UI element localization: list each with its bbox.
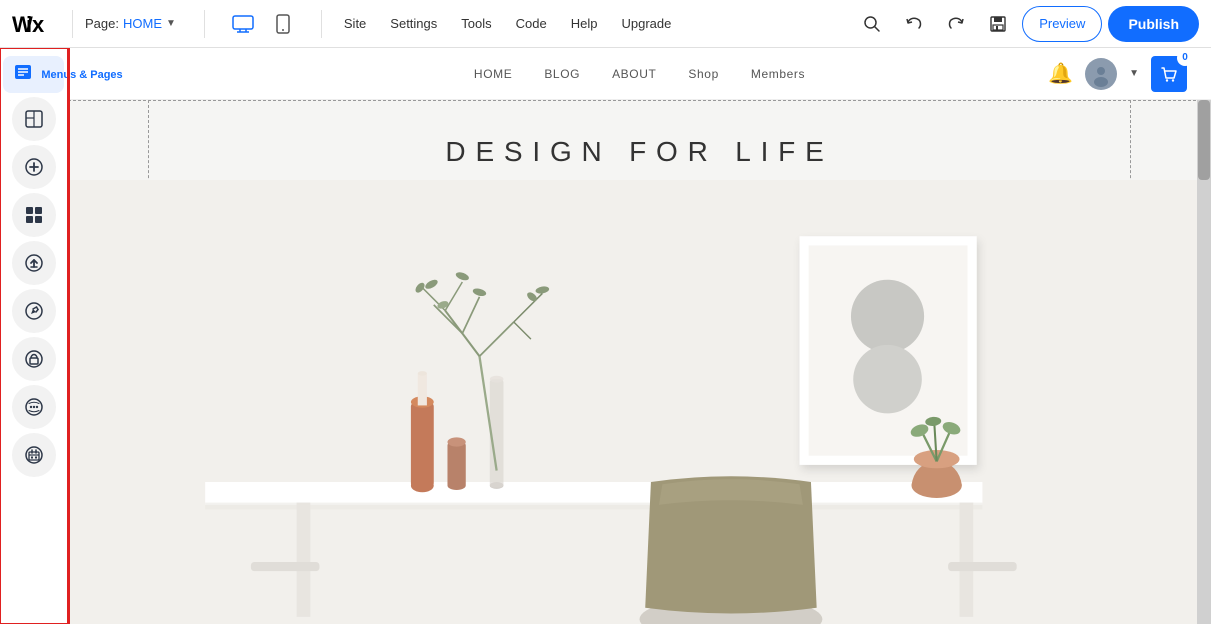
toolbar-right: Preview Publish: [854, 6, 1199, 42]
search-icon: [863, 15, 881, 33]
undo-icon: [905, 15, 923, 33]
components-icon: [24, 205, 44, 225]
save-button[interactable]: [980, 6, 1016, 42]
add-icon: [24, 157, 44, 177]
toolbar: W i x Page: HOME ▼ Site Se: [0, 0, 1211, 48]
code-menu-button[interactable]: Code: [506, 6, 557, 42]
pen-icon: [24, 301, 44, 321]
tools-menu-button[interactable]: Tools: [451, 6, 501, 42]
help-menu-button[interactable]: Help: [561, 6, 608, 42]
search-button[interactable]: [854, 6, 890, 42]
page-label: Page:: [85, 16, 119, 31]
page-name[interactable]: HOME: [123, 16, 162, 31]
toolbar-divider-1: [72, 10, 73, 38]
sidebar-item-menus-pages[interactable]: Menus & Pages: [3, 56, 63, 93]
scrollbar-thumb[interactable]: [1198, 100, 1210, 180]
site-nav-links: HOME BLOG ABOUT Shop Members: [474, 67, 805, 81]
hero-image: [68, 180, 1211, 624]
pages-svg-icon: [13, 62, 33, 82]
avatar-image: [1087, 60, 1115, 88]
device-toggle: [225, 6, 301, 42]
cart-button[interactable]: 0: [1151, 56, 1187, 92]
hero-section: DESIGN FOR LIFE: [68, 100, 1211, 624]
preview-button[interactable]: Preview: [1022, 6, 1102, 42]
upgrade-menu-button[interactable]: Upgrade: [611, 6, 681, 42]
site-nav-right: 🔔 ▼ 0: [1048, 56, 1187, 92]
mobile-icon: [276, 14, 290, 34]
nav-link-blog[interactable]: BLOG: [544, 67, 580, 81]
canvas-area: HOME BLOG ABOUT Shop Members 🔔 ▼: [68, 48, 1211, 624]
sidebar-item-components[interactable]: [12, 193, 56, 237]
panels-icon: [24, 109, 44, 129]
redo-button[interactable]: [938, 6, 974, 42]
redo-icon: [947, 15, 965, 33]
settings-menu-button[interactable]: Settings: [380, 6, 447, 42]
left-sidebar: Menus & Pages: [0, 48, 68, 624]
cart-count: 0: [1177, 50, 1193, 66]
sidebar-item-chat[interactable]: [12, 385, 56, 429]
toolbar-divider-2: [204, 10, 205, 38]
sidebar-item-events[interactable]: [12, 433, 56, 477]
sidebar-item-store[interactable]: [12, 337, 56, 381]
sidebar-item-upload[interactable]: [12, 241, 56, 285]
scrollbar[interactable]: [1197, 100, 1211, 624]
menus-pages-label: Menus & Pages: [41, 69, 122, 81]
nav-link-shop[interactable]: Shop: [688, 67, 718, 81]
sidebar-item-blog[interactable]: [12, 289, 56, 333]
bag-icon: [24, 349, 44, 369]
chat-icon: [24, 397, 44, 417]
desktop-view-button[interactable]: [225, 6, 261, 42]
cart-icon: [1160, 65, 1178, 83]
user-avatar[interactable]: [1085, 58, 1117, 90]
toolbar-divider-3: [321, 10, 322, 38]
site-nav: HOME BLOG ABOUT Shop Members 🔔 ▼: [68, 48, 1211, 100]
save-icon: [988, 14, 1008, 34]
hero-scene-svg: [68, 180, 1211, 624]
hero-title: DESIGN FOR LIFE: [445, 136, 833, 168]
notification-bell-icon[interactable]: 🔔: [1048, 61, 1073, 86]
svg-text:x: x: [32, 12, 45, 36]
wix-logo-svg: W i x: [12, 12, 52, 36]
sidebar-item-panels[interactable]: [12, 97, 56, 141]
desktop-icon: [232, 15, 254, 33]
main-area: Menus & Pages: [0, 48, 1211, 624]
upload-icon: [24, 253, 44, 273]
dashed-guide-top: [68, 100, 1211, 101]
events-icon: [24, 445, 44, 465]
page-info[interactable]: Page: HOME ▼: [85, 16, 176, 31]
menus-pages-icon: [13, 62, 33, 87]
nav-link-members[interactable]: Members: [751, 67, 805, 81]
publish-button[interactable]: Publish: [1108, 6, 1199, 42]
nav-link-home[interactable]: HOME: [474, 67, 512, 81]
undo-button[interactable]: [896, 6, 932, 42]
account-dropdown-icon[interactable]: ▼: [1129, 68, 1139, 79]
wix-logo[interactable]: W i x: [12, 12, 52, 36]
mobile-view-button[interactable]: [265, 6, 301, 42]
nav-link-about[interactable]: ABOUT: [612, 67, 656, 81]
sidebar-item-add[interactable]: [12, 145, 56, 189]
page-dropdown-icon[interactable]: ▼: [166, 18, 176, 29]
site-menu-button[interactable]: Site: [334, 6, 376, 42]
